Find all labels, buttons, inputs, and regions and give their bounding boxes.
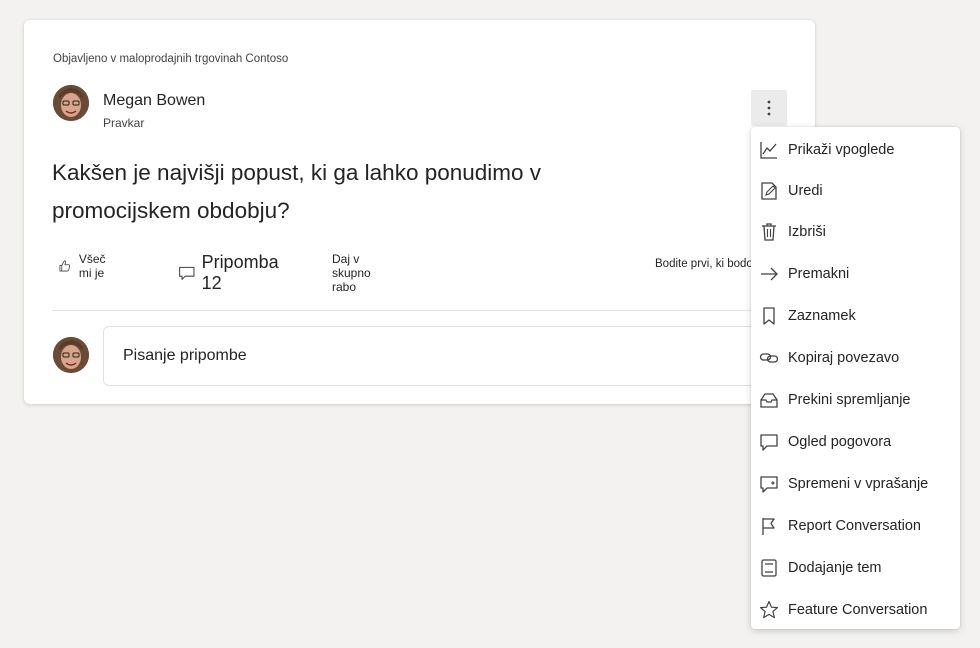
current-user-avatar — [53, 337, 89, 373]
comment-input[interactable]: Pisanje pripombe — [103, 326, 805, 386]
question-switch-icon — [760, 476, 778, 493]
link-icon — [759, 353, 779, 363]
menu-item-label: Ogled pogovora — [788, 434, 892, 450]
menu-item-label: Kopiraj povezavo — [788, 350, 900, 366]
menu-item-label: Feature Conversation — [788, 602, 928, 618]
more-options-menu: Prikaži vpoglede Uredi Izbriši Premakni … — [751, 127, 960, 629]
comment-label: Pripomba 12 — [201, 252, 279, 293]
menu-item-label: Premakni — [788, 266, 850, 282]
menu-item-label: Dodajanje tem — [788, 560, 882, 576]
menu-item-move[interactable]: Premakni — [751, 254, 960, 294]
edit-icon — [761, 182, 777, 200]
menu-item-feature-conversation[interactable]: Feature Conversation — [751, 590, 960, 630]
menu-item-delete[interactable]: Izbriši — [751, 212, 960, 252]
comment-button[interactable]: Pripomba 12 — [178, 252, 283, 294]
chart-icon — [760, 142, 777, 159]
bookmark-icon — [763, 307, 775, 325]
inbox-icon — [760, 393, 778, 408]
menu-item-label: Spremeni v vprašanje — [788, 476, 929, 492]
trash-icon — [762, 223, 776, 241]
conversation-card: Objavljeno v maloprodajnih trgovinah Con… — [24, 20, 815, 404]
like-button[interactable]: Všeč mi je — [58, 252, 114, 280]
author-name[interactable]: Megan Bowen — [103, 92, 205, 110]
more-vertical-icon — [767, 100, 771, 116]
flag-icon — [762, 518, 775, 535]
menu-item-unfollow[interactable]: Prekini spremljanje — [751, 380, 960, 420]
menu-item-edit[interactable]: Uredi — [751, 171, 960, 211]
notebook-icon — [761, 559, 777, 577]
menu-item-label: Izbriši — [788, 224, 826, 240]
menu-item-show-insights[interactable]: Prikaži vpoglede — [751, 130, 960, 170]
arrow-right-icon — [761, 267, 778, 281]
menu-item-report[interactable]: Report Conversation — [751, 506, 960, 546]
question-text: Kakšen je najvišji popust, ki ga lahko p… — [52, 160, 542, 223]
share-button[interactable]: Daj v skupno rabo — [332, 252, 371, 294]
more-options-button[interactable] — [751, 90, 787, 126]
menu-item-copy-link[interactable]: Kopiraj povezavo — [751, 338, 960, 378]
menu-item-change-to-question[interactable]: Spremeni v vprašanje — [751, 464, 960, 504]
comment-icon — [179, 266, 195, 280]
menu-item-label: Report Conversation — [788, 518, 921, 534]
chat-icon — [760, 434, 778, 451]
share-label: Daj v skupno rabo — [332, 252, 371, 294]
published-in-label: Objavljeno v maloprodajnih trgovinah Con… — [53, 53, 289, 65]
star-icon — [759, 600, 779, 619]
divider — [52, 310, 791, 311]
menu-item-add-topics[interactable]: Dodajanje tem — [751, 548, 960, 588]
menu-item-label: Prikaži vpoglede — [788, 142, 895, 158]
thumbs-up-icon — [59, 260, 71, 272]
menu-item-view-conversation[interactable]: Ogled pogovora — [751, 422, 960, 462]
comment-placeholder: Pisanje pripombe — [123, 347, 247, 364]
post-time: Pravkar — [103, 116, 145, 130]
like-label: Všeč mi je — [78, 252, 106, 280]
menu-item-label: Prekini spremljanje — [788, 392, 911, 408]
menu-item-label: Uredi — [788, 183, 823, 199]
author-avatar[interactable] — [53, 85, 89, 121]
menu-item-label: Zaznamek — [788, 308, 856, 324]
menu-item-bookmark[interactable]: Zaznamek — [751, 296, 960, 336]
